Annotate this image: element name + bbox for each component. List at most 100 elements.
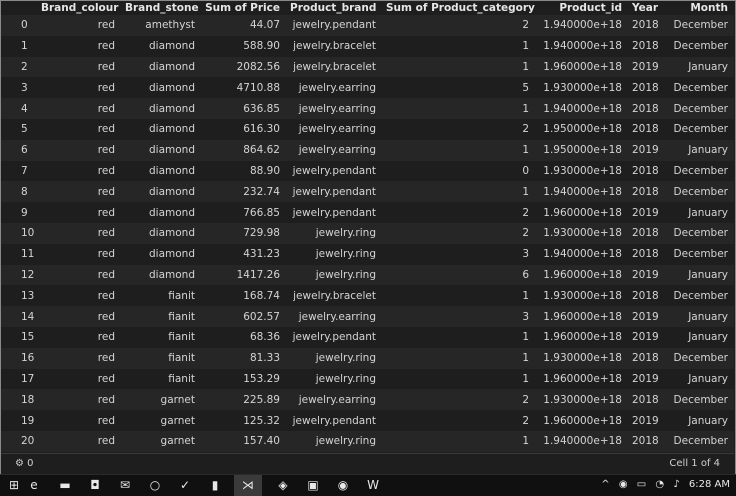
- table-cell: red: [97, 372, 115, 385]
- table-cell: 157.40: [201, 430, 286, 452]
- record-icon[interactable]: ◉: [619, 479, 628, 490]
- table-cell: 2: [382, 389, 535, 411]
- word-icon[interactable]: W: [366, 478, 380, 492]
- table-cell: red: [97, 123, 115, 136]
- table-cell: 2018: [632, 164, 659, 177]
- table-cell: 1.930000e+18: [535, 222, 628, 244]
- row-index: 9: [21, 206, 28, 219]
- row-index: 17: [21, 372, 35, 385]
- table-cell: red: [97, 206, 115, 219]
- table-cell: diamond: [149, 40, 195, 53]
- table-cell: December: [673, 248, 728, 261]
- table-cell: jewelry.pendant: [286, 181, 382, 203]
- table-cell: 1.940000e+18: [535, 181, 628, 203]
- table-cell: 5: [522, 81, 529, 94]
- table-row: 13 red fianit 168.74 jewelry.bracelet 1 1.9300…: [1, 285, 734, 306]
- table-cell: 1.960000e+18: [535, 264, 628, 286]
- network-icon[interactable]: ◔: [655, 479, 664, 490]
- table-cell: 232.74: [201, 181, 286, 203]
- table-cell: December: [664, 98, 734, 119]
- table-cell: fianit: [121, 347, 201, 369]
- mail-icon[interactable]: ✉: [118, 478, 132, 492]
- row-index: 12: [1, 264, 37, 286]
- table-cell: 0: [522, 164, 529, 177]
- status-bar: ⚙ 0 Cell 1 of 4: [1, 453, 734, 474]
- table-cell: 729.98: [201, 222, 286, 244]
- table-cell: diamond: [121, 264, 201, 286]
- table-cell: December: [673, 81, 728, 94]
- table-cell: December: [673, 164, 728, 177]
- table-cell: 2: [382, 15, 535, 36]
- table-cell: 2018: [632, 248, 659, 261]
- row-index: 11: [21, 248, 35, 261]
- start-icon[interactable]: ⊞: [7, 478, 21, 492]
- table-cell: January: [664, 139, 734, 161]
- chevron-up-icon[interactable]: ^: [601, 479, 609, 490]
- cell-position[interactable]: Cell 1 of 4: [669, 458, 720, 469]
- table-cell: 1: [522, 372, 529, 385]
- battery-icon[interactable]: ▭: [637, 479, 646, 490]
- row-index: 7: [21, 164, 28, 177]
- table-cell: 1.930000e+18: [535, 389, 628, 411]
- status-left: ⚙ 0: [15, 458, 34, 469]
- volume-icon[interactable]: ♪: [673, 479, 679, 490]
- notes-icon[interactable]: ▮: [208, 478, 222, 492]
- table-cell: diamond: [121, 222, 201, 244]
- table-cell: jewelry.ring: [315, 372, 376, 385]
- app-icon[interactable]: ○: [148, 478, 162, 492]
- table-row: 19 red garnet 125.32 jewelry.pendant 2 1.96000…: [1, 410, 734, 431]
- row-index: 2: [1, 56, 37, 78]
- vscode-icon[interactable]: ⋊: [241, 478, 255, 492]
- check-app-icon[interactable]: ✓: [178, 478, 192, 492]
- clock[interactable]: 6:28 AM: [689, 479, 730, 490]
- table-cell: garnet: [160, 414, 195, 427]
- table-cell: red: [37, 98, 121, 119]
- table-cell: 68.36: [249, 331, 280, 344]
- table-cell: 636.85: [201, 98, 286, 119]
- column-header: Year: [632, 1, 659, 14]
- table-cell: January: [664, 264, 734, 286]
- table-cell: 153.29: [243, 372, 280, 385]
- table-cell: 2018: [628, 98, 664, 119]
- table-cell: jewelry.pendant: [292, 414, 376, 427]
- table-row: 0 red amethyst 44.07 jewelry.pendant 2 1.94000…: [1, 15, 734, 36]
- table-cell: 1417.26: [201, 264, 286, 286]
- table-cell: December: [673, 123, 728, 136]
- table-cell: red: [37, 181, 121, 203]
- table-cell: 2: [522, 206, 529, 219]
- table-cell: red: [37, 347, 121, 369]
- table-cell: 1: [382, 139, 535, 161]
- status-count: 0: [27, 458, 34, 469]
- variables-icon[interactable]: ⚙: [15, 458, 24, 469]
- table-row: 10 red diamond 729.98 jewelry.ring 2 1.930000e…: [1, 222, 734, 244]
- column-header: Product_id: [559, 1, 622, 14]
- row-index: 18: [1, 389, 37, 411]
- table-cell: 2019: [632, 414, 659, 427]
- edge-icon[interactable]: e: [27, 478, 41, 492]
- table-cell: 2019: [628, 306, 664, 327]
- table-row: 9 red diamond 766.85 jewelry.pendant 2 1.96000…: [1, 202, 734, 223]
- dataframe-view[interactable]: Brand_colour Brand_stone Sum of Price Produ…: [1, 0, 734, 452]
- row-index: 3: [21, 81, 28, 94]
- store-icon[interactable]: ◘: [88, 478, 102, 492]
- table-row: 5 red diamond 616.30 jewelry.earring 2 1.95000…: [1, 119, 734, 140]
- table-cell: 2018: [632, 123, 659, 136]
- table-cell: 1.960000e+18: [543, 331, 622, 344]
- table-cell: red: [37, 264, 121, 286]
- cube-icon[interactable]: ◈: [276, 478, 290, 492]
- table-cell: 6: [382, 264, 535, 286]
- table-cell: red: [97, 331, 115, 344]
- table-cell: 2019: [632, 372, 659, 385]
- table-cell: fianit: [121, 306, 201, 327]
- photos-icon[interactable]: ◉: [336, 478, 350, 492]
- table-cell: amethyst: [121, 15, 201, 36]
- table-cell: 2019: [628, 264, 664, 286]
- pc-icon[interactable]: ▣: [306, 478, 320, 492]
- table-cell: fianit: [168, 331, 195, 344]
- table-cell: 168.74: [243, 289, 280, 302]
- table-cell: 2082.56: [201, 56, 286, 78]
- table-cell: 1: [522, 331, 529, 344]
- table-row: 18 red garnet 225.89 jewelry.earring 2 1.93000…: [1, 389, 734, 411]
- table-cell: jewelry.ring: [315, 248, 376, 261]
- file-explorer-icon[interactable]: ▬: [58, 478, 72, 492]
